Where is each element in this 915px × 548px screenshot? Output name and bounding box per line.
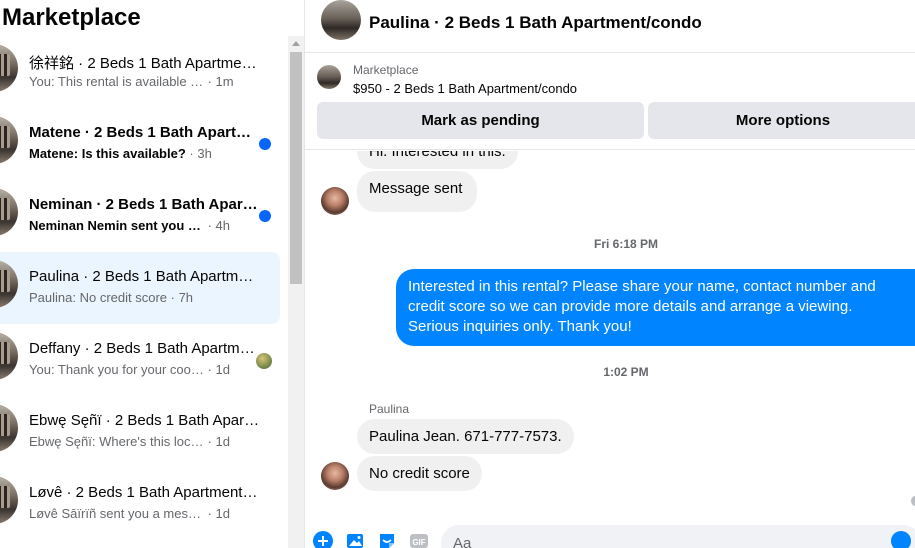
- conversation-snippet: You: This rental is available for seriou…: [29, 74, 234, 89]
- sender-avatar[interactable]: [321, 187, 349, 215]
- outgoing-message: Interested in this rental? Please share …: [396, 269, 915, 346]
- listing-avatar: [0, 404, 18, 452]
- incoming-message: Message sent: [357, 171, 478, 212]
- plus-circle-icon[interactable]: [313, 531, 333, 548]
- conversation-title: Neminan · 2 Beds 1 Bath Apartment/condo: [29, 196, 261, 213]
- conversation-snippet: Paulina: No credit score · 7h: [29, 290, 194, 305]
- listing-avatar: [0, 332, 18, 380]
- chat-panel: Paulina · 2 Beds 1 Bath Apartment/condo …: [305, 0, 915, 548]
- conversation-item[interactable]: Deffany · 2 Beds 1 Bath Apartment/condo …: [0, 324, 280, 396]
- listing-avatar: [0, 476, 18, 524]
- emoji-icon[interactable]: [891, 531, 911, 548]
- listing-source: Marketplace: [353, 63, 419, 77]
- listing-avatar: [0, 260, 18, 308]
- gif-icon[interactable]: GIF: [409, 531, 429, 548]
- message-composer: GIF: [305, 523, 915, 548]
- conversation-title: 徐祥銘 · 2 Beds 1 Bath Apartment/condo: [29, 55, 261, 72]
- read-receipt-icon: [911, 496, 915, 506]
- listing-info[interactable]: $950 - 2 Beds 1 Bath Apartment/condo: [353, 81, 577, 96]
- conversation-snippet: You: Thank you for your cooperation · 1d: [29, 362, 231, 377]
- conversation-sidebar: Marketplace 徐祥銘 · 2 Beds 1 Bath Apartmen…: [0, 0, 305, 548]
- sidebar-scrollbar[interactable]: [288, 36, 304, 548]
- conversation-item[interactable]: Løvê · 2 Beds 1 Bath Apartment/condo Løv…: [0, 468, 280, 540]
- conversation-item[interactable]: 徐祥銘 · 2 Beds 1 Bath Apartment/condo You:…: [0, 36, 280, 108]
- conversation-title: Paulina · 2 Beds 1 Bath Apartment/condo: [29, 268, 261, 285]
- incoming-message: No credit score: [357, 456, 482, 491]
- unread-indicator: [259, 138, 271, 150]
- sticker-icon[interactable]: [377, 531, 397, 548]
- unread-indicator: [259, 210, 271, 222]
- message-thread: Hi. Interested in this. Message sent Fri…: [305, 151, 915, 523]
- conversation-item[interactable]: Neminan · 2 Beds 1 Bath Apartment/condo …: [0, 180, 280, 252]
- timestamp: 1:02 PM: [603, 365, 649, 379]
- conversation-snippet: Løvê Sāïrïñ sent you a message about you…: [29, 506, 231, 521]
- more-options-button[interactable]: More options: [648, 102, 915, 139]
- conversation-snippet: Matene: Is this available? · 3h: [29, 146, 212, 161]
- conversation-item[interactable]: Matene · 2 Beds 1 Bath Apartment/condo M…: [0, 108, 280, 180]
- incoming-message: Paulina Jean. 671-777-7573.: [357, 419, 574, 454]
- message-input[interactable]: [441, 525, 915, 548]
- mark-as-pending-button[interactable]: Mark as pending: [317, 102, 644, 139]
- listing-avatar: [0, 188, 18, 236]
- conversation-title: Ebwę Sęñï · 2 Beds 1 Bath Apartment/cond…: [29, 412, 261, 429]
- sender-avatar[interactable]: [321, 462, 349, 490]
- chat-header: Paulina · 2 Beds 1 Bath Apartment/condo: [305, 0, 915, 53]
- photo-icon[interactable]: [345, 531, 365, 548]
- conversation-title: Løvê · 2 Beds 1 Bath Apartment/condo: [29, 484, 261, 501]
- conversation-item-active[interactable]: Paulina · 2 Beds 1 Bath Apartment/condo …: [0, 252, 280, 324]
- sender-name: Paulina: [369, 402, 410, 416]
- sidebar-title: Marketplace: [2, 4, 141, 31]
- listing-avatar: [0, 116, 18, 164]
- conversation-snippet: Ebwę Sęñï: Where's this located at exact…: [29, 434, 231, 449]
- conversation-title: Deffany · 2 Beds 1 Bath Apartment/condo: [29, 340, 261, 357]
- conversation-title: Matene · 2 Beds 1 Bath Apartment/condo: [29, 124, 261, 141]
- timestamp: Fri 6:18 PM: [593, 237, 659, 251]
- chat-avatar[interactable]: [321, 0, 361, 40]
- listing-thumbnail[interactable]: [317, 65, 341, 89]
- conversation-item[interactable]: Ebwę Sęñï · 2 Beds 1 Bath Apartment/cond…: [0, 396, 280, 468]
- incoming-message: Hi. Interested in this.: [357, 151, 518, 169]
- listing-avatar: [0, 44, 18, 92]
- listing-banner: Marketplace $950 - 2 Beds 1 Bath Apartme…: [305, 54, 915, 150]
- scroll-up-arrow-icon[interactable]: [292, 41, 300, 46]
- seen-avatar-icon: [256, 353, 272, 369]
- chat-title[interactable]: Paulina · 2 Beds 1 Bath Apartment/condo: [369, 13, 702, 33]
- svg-text:GIF: GIF: [412, 538, 425, 547]
- conversation-snippet: Neminan Nemin sent you a message about y…: [29, 218, 231, 233]
- scrollbar-thumb[interactable]: [290, 52, 302, 284]
